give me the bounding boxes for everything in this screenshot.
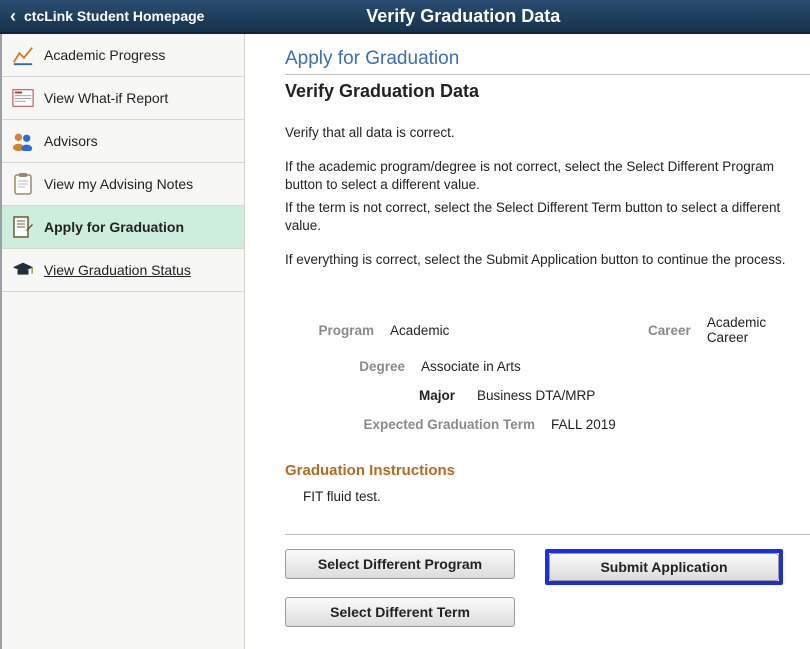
sidebar-item-label: Advisors — [44, 133, 98, 149]
page-title: Verify Graduation Data — [366, 6, 560, 27]
instruction-line: If everything is correct, select the Sub… — [285, 251, 810, 269]
program-value: Academic — [374, 323, 622, 338]
instruction-line: If the term is not correct, select the S… — [285, 199, 810, 235]
clipboard-icon — [12, 173, 34, 195]
divider — [285, 534, 810, 535]
report-icon — [12, 87, 34, 109]
sidebar-item-graduation-status[interactable]: View Graduation Status — [2, 249, 244, 292]
back-chevron-icon[interactable]: ‹ — [0, 7, 24, 25]
submit-application-button[interactable]: Submit Application — [549, 553, 779, 581]
select-different-term-button[interactable]: Select Different Term — [285, 597, 515, 627]
back-link[interactable]: ctcLink Student Homepage — [24, 8, 204, 24]
expected-term-value: FALL 2019 — [535, 417, 616, 432]
sidebar-item-advising-notes[interactable]: View my Advising Notes — [2, 163, 244, 206]
degree-value: Associate in Arts — [405, 359, 521, 374]
sidebar-item-whatif-report[interactable]: View What-if Report — [2, 77, 244, 120]
graduation-instructions-body: FIT fluid test. — [303, 489, 810, 504]
sidebar-item-advisors[interactable]: Advisors — [2, 120, 244, 163]
apply-heading: Apply for Graduation — [285, 48, 810, 70]
degree-label: Degree — [285, 359, 405, 374]
sidebar: Academic Progress View What-if Report Ad… — [0, 34, 245, 649]
career-value: Academic Career — [691, 315, 810, 345]
submit-highlight: Submit Application — [545, 549, 783, 585]
graduation-details: Program Academic Career Academic Career … — [285, 315, 810, 432]
sidebar-item-label: View Graduation Status — [44, 262, 191, 278]
sidebar-item-label: View What-if Report — [44, 90, 168, 106]
sidebar-item-label: Academic Progress — [44, 47, 165, 63]
divider — [285, 74, 810, 75]
sidebar-item-academic-progress[interactable]: Academic Progress — [2, 34, 244, 77]
verify-heading: Verify Graduation Data — [285, 81, 810, 102]
sidebar-item-apply-graduation[interactable]: Apply for Graduation — [2, 206, 244, 249]
graduation-instructions-heading: Graduation Instructions — [285, 462, 810, 479]
instruction-line: If the academic program/degree is not co… — [285, 158, 810, 194]
apply-form-icon — [12, 216, 34, 238]
expected-term-label: Expected Graduation Term — [285, 417, 535, 432]
graduation-cap-icon — [12, 259, 34, 281]
sidebar-item-label: View my Advising Notes — [44, 176, 193, 192]
main-content: Apply for Graduation Verify Graduation D… — [245, 34, 810, 649]
title-bar: ‹ ctcLink Student Homepage Verify Gradua… — [0, 0, 810, 34]
progress-chart-icon — [12, 44, 34, 66]
button-row: Select Different Program Submit Applicat… — [285, 549, 810, 627]
career-label: Career — [622, 323, 691, 338]
select-different-program-button[interactable]: Select Different Program — [285, 549, 515, 579]
instruction-text: Verify that all data is correct. If the … — [285, 124, 810, 269]
program-label: Program — [285, 323, 374, 338]
instruction-line: Verify that all data is correct. — [285, 124, 810, 142]
people-icon — [12, 130, 34, 152]
major-value: Business DTA/MRP — [455, 388, 595, 403]
sidebar-item-label: Apply for Graduation — [44, 219, 184, 235]
major-label: Major — [285, 388, 455, 403]
